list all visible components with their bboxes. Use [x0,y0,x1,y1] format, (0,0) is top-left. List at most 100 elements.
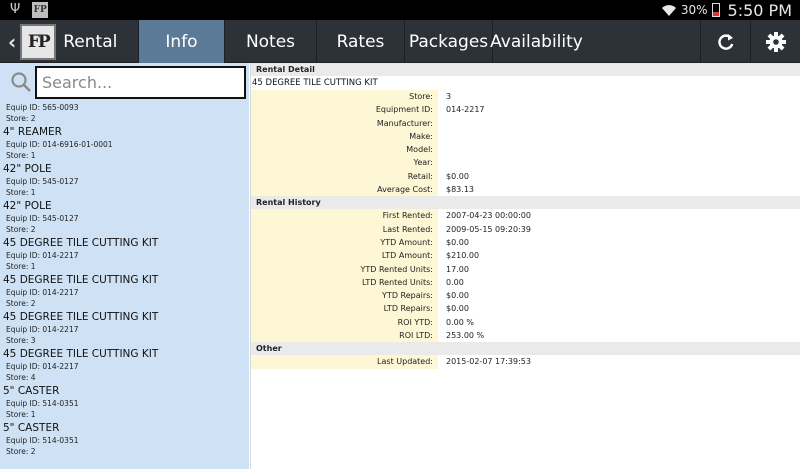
field-value [438,117,800,130]
gear-icon [765,31,786,52]
item-store: Store: 4 [6,373,36,382]
field-label: ROI LTD: [251,329,438,343]
item-store: Store: 1 [6,410,36,419]
item-equip-id: Equip ID: 545-0127 [6,177,79,186]
tab-packages[interactable]: Packages [404,20,492,63]
item-name: 45 DEGREE TILE CUTTING KIT [3,311,159,323]
list-item[interactable]: 5" CASTER Equip ID: 514-0351 Store: 2 [0,421,249,458]
item-store: Store: 1 [6,151,36,160]
app-title: Rental [63,31,118,52]
field-label: Manufacturer: [251,116,438,130]
detail-row: LTD Amount: $210.00 [251,249,800,263]
list-item[interactable]: 45 DEGREE TILE CUTTING KIT Equip ID: 014… [0,310,249,347]
detail-row: First Rented: 2007-04-23 00:00:00 [251,209,800,223]
list-item[interactable]: 45 DEGREE TILE CUTTING KIT Equip ID: 014… [0,273,249,310]
field-value: $0.00 [446,304,469,314]
field-label: Year: [251,156,438,170]
item-store: Store: 2 [6,225,36,234]
field-label: LTD Rented Units: [251,275,438,290]
tab-bar: Info Notes Rates Packages Availability [138,20,583,63]
field-value: $0.00 [446,171,469,181]
field-value: $0.00 [446,237,469,247]
usb-icon: Ψ [10,2,21,17]
field-label: Last Updated: [251,355,438,369]
field-value: $0.00 [446,291,469,301]
rental-list: Equip ID: 565-0093 Store: 2 4" REAMER Eq… [0,102,249,458]
list-item[interactable]: 5" CASTER Equip ID: 514-0351 Store: 1 [0,384,249,421]
field-value [438,143,800,156]
detail-title: 45 DEGREE TILE CUTTING KIT [252,78,378,88]
other-rows: Last Updated: 2015-02-07 17:39:53 [251,355,800,369]
item-equip-id: Equip ID: 014-2217 [6,288,79,297]
field-label: Last Rented: [251,222,438,236]
app-notification-icon: FP [32,2,49,18]
rental-detail-rows: Store: 3 Equipment ID: 014-2217 Manufactur… [251,90,800,197]
item-name: 5" CASTER [3,422,60,434]
field-value [438,156,800,169]
tab-notes[interactable]: Notes [224,20,316,63]
item-name: 45 DEGREE TILE CUTTING KIT [3,348,159,360]
field-value: 253.00 % [446,331,485,341]
item-equip-id: Equip ID: 014-6916-01-0001 [6,140,113,149]
detail-row: Year: [251,156,800,170]
tab-rates[interactable]: Rates [316,20,404,63]
clock: 5:50 PM [727,0,792,20]
detail-row: Make: [251,129,800,144]
item-equip-id: Equip ID: 014-2217 [6,362,79,371]
rental-list-panel: Equip ID: 565-0093 Store: 2 4" REAMER Eq… [0,63,249,469]
item-equip-id: Equip ID: 514-0351 [6,436,79,445]
field-value: 3 [446,92,452,101]
field-value: 014-2217 [446,105,485,115]
detail-row: Last Updated: 2015-02-07 17:39:53 [251,355,800,369]
up-navigation-button[interactable]: ‹ FP Rental [0,20,136,63]
search-input[interactable] [35,66,246,99]
detail-row: Model: [251,143,800,157]
field-label: LTD Repairs: [251,302,438,316]
list-item[interactable]: Equip ID: 565-0093 Store: 2 [0,102,249,125]
chevron-left-icon: ‹ [8,29,17,54]
detail-row: Store: 3 [251,90,800,104]
item-equip-id: Equip ID: 565-0093 [6,103,79,112]
status-bar: Ψ FP 30% 5:50 PM [0,0,800,20]
list-item[interactable]: 4" REAMER Equip ID: 014-6916-01-0001 Sto… [0,125,249,162]
field-label: Average Cost: [251,183,438,197]
list-item[interactable]: 45 DEGREE TILE CUTTING KIT Equip ID: 014… [0,347,249,384]
field-value: $83.13 [446,185,474,195]
field-value: 2015-02-07 17:39:53 [446,357,531,367]
tab-info[interactable]: Info [138,20,224,63]
item-name: 4" REAMER [3,126,62,138]
field-value [438,130,800,143]
field-value: 0.00 % [446,317,474,327]
detail-panel: Rental Detail 45 DEGREE TILE CUTTING KIT… [250,63,800,469]
field-label: YTD Rented Units: [251,262,438,276]
wifi-icon [661,5,676,16]
item-store: Store: 1 [6,188,36,197]
tab-availability[interactable]: Availability [490,20,583,63]
refresh-button[interactable] [700,20,750,63]
battery-percent: 30% [680,3,708,17]
detail-row: Manufacturer: [251,116,800,130]
item-equip-id: Equip ID: 014-2217 [6,325,79,334]
list-item[interactable]: 42" POLE Equip ID: 545-0127 Store: 2 [0,199,249,236]
list-item[interactable]: 45 DEGREE TILE CUTTING KIT Equip ID: 014… [0,236,249,273]
item-equip-id: Equip ID: 014-2217 [6,251,79,260]
item-name: 45 DEGREE TILE CUTTING KIT [3,237,159,249]
list-item[interactable]: 42" POLE Equip ID: 545-0127 Store: 1 [0,162,249,199]
item-store: Store: 2 [6,447,36,456]
settings-button[interactable] [750,20,800,63]
app-logo: FP [20,23,57,60]
field-label: First Rented: [251,209,438,223]
field-label: YTD Amount: [251,235,438,250]
refresh-icon [717,33,733,50]
item-store: Store: 3 [6,336,36,345]
search-bar [0,63,249,101]
field-label: Make: [251,129,438,144]
detail-row: YTD Amount: $0.00 [251,235,800,250]
field-value: 2007-04-23 00:00:00 [446,211,531,221]
field-value: 17.00 [446,264,469,274]
detail-row: Average Cost: $83.13 [251,183,800,197]
item-equip-id: Equip ID: 514-0351 [6,399,79,408]
section-header-rental-history: Rental History [251,196,800,210]
field-value: 0.00 [446,277,464,287]
detail-row: LTD Rented Units: 0.00 [251,275,800,290]
